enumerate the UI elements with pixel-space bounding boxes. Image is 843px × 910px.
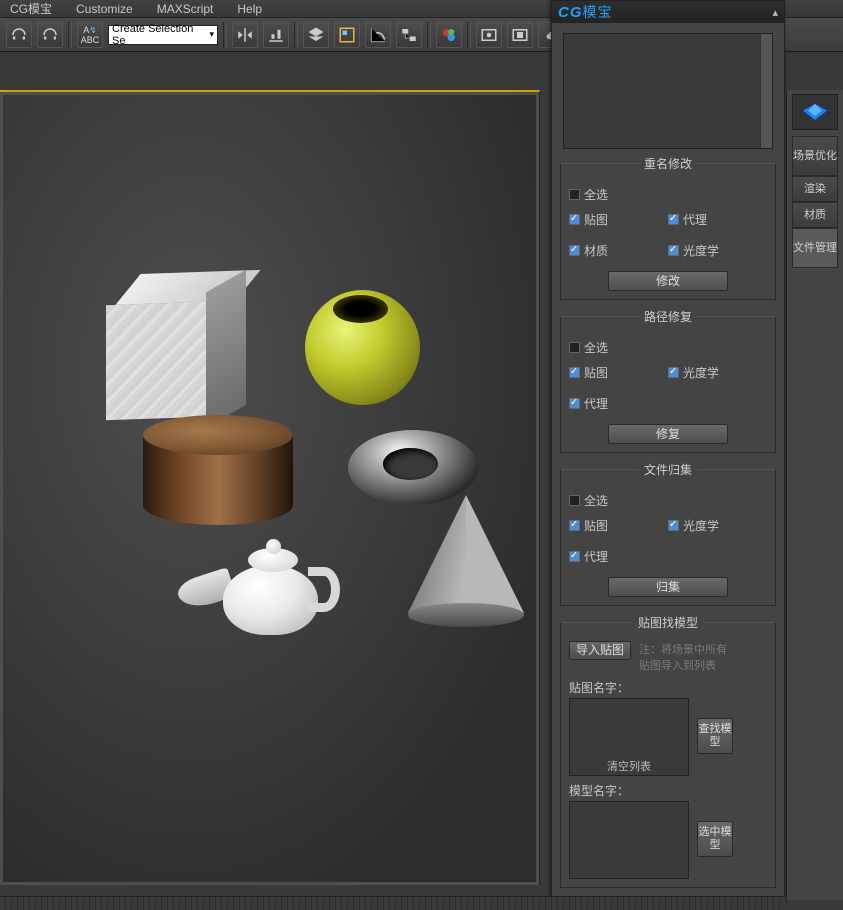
material-editor-icon[interactable] [436, 22, 462, 48]
render-frame-icon[interactable] [507, 22, 533, 48]
model-name-list[interactable] [569, 801, 689, 879]
side-tab-file-manage[interactable]: 文件管理 [792, 228, 838, 268]
headphones-a-icon[interactable] [6, 22, 32, 48]
rename-opt-material[interactable]: 材质 [569, 242, 668, 259]
schematic-view-icon[interactable] [396, 22, 422, 48]
panel-logo: CG模宝 [558, 2, 613, 22]
scene-explorer-icon[interactable] [334, 22, 360, 48]
collect-apply-button[interactable]: 归集 [608, 577, 728, 597]
abc-rename-icon[interactable]: A↯ABC [77, 22, 103, 48]
toolbar-separator [467, 22, 471, 48]
repath-opt-proxy[interactable]: 代理 [569, 395, 668, 412]
collect-opt-map[interactable]: 贴图 [569, 517, 668, 534]
rename-select-all-checkbox[interactable] [569, 189, 580, 200]
side-tab-render[interactable]: 渲染 [792, 176, 838, 202]
panel-titlebar[interactable]: CG模宝 ▴ [552, 1, 784, 23]
group-collect: 文件归集 全选 贴图 光度学 代理 归集 [560, 461, 776, 606]
panel-collapse-icon[interactable]: ▴ [772, 6, 778, 19]
side-tab-material[interactable]: 材质 [792, 202, 838, 228]
scene-object-cylinder[interactable] [143, 415, 293, 525]
map-name-list[interactable]: 清空列表 [569, 698, 689, 776]
collect-select-all[interactable]: 全选 [569, 492, 767, 509]
panel-logo-diamond-icon[interactable] [792, 94, 838, 130]
curve-editor-icon[interactable] [365, 22, 391, 48]
align-icon[interactable] [263, 22, 289, 48]
render-setup-icon[interactable] [476, 22, 502, 48]
scene-object-sphere[interactable] [305, 290, 420, 405]
perspective-viewport[interactable] [0, 90, 540, 885]
rename-opt-proxy[interactable]: 代理 [668, 211, 767, 228]
rename-opt-ies[interactable]: 光度学 [668, 242, 767, 259]
timeline-track[interactable] [0, 896, 785, 910]
clear-list-button[interactable]: 清空列表 [570, 758, 688, 774]
findmodel-note-2: 贴图导入到列表 [639, 657, 767, 673]
side-tab-scene-optimize[interactable]: 场景优化 [792, 136, 838, 176]
import-map-button[interactable]: 导入贴图 [569, 641, 631, 660]
menu-item-cgmobao[interactable]: CG模宝 [10, 0, 52, 17]
rename-opt-map[interactable]: 贴图 [569, 211, 668, 228]
preview-scrollbar[interactable] [760, 34, 772, 148]
group-repath-title: 路径修复 [638, 308, 698, 325]
repath-select-all[interactable]: 全选 [569, 339, 767, 356]
repath-opt-ies[interactable]: 光度学 [668, 364, 767, 381]
findmodel-note: 注：将场景中所有 [639, 641, 767, 657]
scene-object-teapot[interactable] [178, 535, 358, 645]
model-name-label: 模型名字： [569, 782, 767, 799]
toolbar-separator [294, 22, 298, 48]
group-rename-title: 重名修改 [638, 155, 698, 172]
selection-set-text: Create Selection Se [112, 23, 209, 47]
repath-opt-map[interactable]: 贴图 [569, 364, 668, 381]
right-command-panel: 场景优化 渲染 材质 文件管理 [786, 90, 843, 900]
collect-opt-ies[interactable]: 光度学 [668, 517, 767, 534]
group-findmodel-title: 贴图找模型 [632, 614, 704, 631]
group-collect-title: 文件归集 [638, 461, 698, 478]
rename-select-all[interactable]: 全选 [569, 186, 767, 203]
toolbar-separator [223, 22, 227, 48]
map-name-label: 贴图名字： [569, 679, 767, 696]
select-model-button[interactable]: 选中模型 [697, 821, 733, 857]
scene-object-box[interactable] [106, 271, 234, 423]
scene-object-torus[interactable] [348, 430, 478, 505]
repath-apply-button[interactable]: 修复 [608, 424, 728, 444]
find-model-button[interactable]: 查找模型 [697, 718, 733, 754]
headphones-b-icon[interactable] [37, 22, 63, 48]
toolbar-separator [427, 22, 431, 48]
collect-select-all-checkbox[interactable] [569, 495, 580, 506]
layers-icon[interactable] [303, 22, 329, 48]
mirror-icon[interactable] [232, 22, 258, 48]
menu-item-maxscript[interactable]: MAXScript [157, 2, 214, 16]
menu-item-customize[interactable]: Customize [76, 2, 133, 16]
selection-set-dropdown[interactable]: Create Selection Se ▾ [108, 25, 218, 45]
group-findmodel: 贴图找模型 导入贴图 注：将场景中所有 贴图导入到列表 贴图名字： 清空列表 查… [560, 614, 776, 888]
repath-select-all-checkbox[interactable] [569, 342, 580, 353]
preview-box [563, 33, 773, 149]
collect-opt-proxy[interactable]: 代理 [569, 548, 668, 565]
rename-apply-button[interactable]: 修改 [608, 271, 728, 291]
group-repath: 路径修复 全选 贴图 光度学 代理 修复 [560, 308, 776, 453]
toolbar-separator [68, 22, 72, 48]
viewport-canvas[interactable] [3, 95, 536, 882]
cg-mobao-panel: CG模宝 ▴ 重名修改 全选 贴图 代理 材质 光度学 修改 路径修复 [551, 0, 785, 906]
scene-object-cone[interactable] [408, 495, 528, 625]
group-rename: 重名修改 全选 贴图 代理 材质 光度学 修改 [560, 155, 776, 300]
menu-item-help[interactable]: Help [237, 2, 262, 16]
dropdown-arrow-icon: ▾ [209, 29, 214, 40]
